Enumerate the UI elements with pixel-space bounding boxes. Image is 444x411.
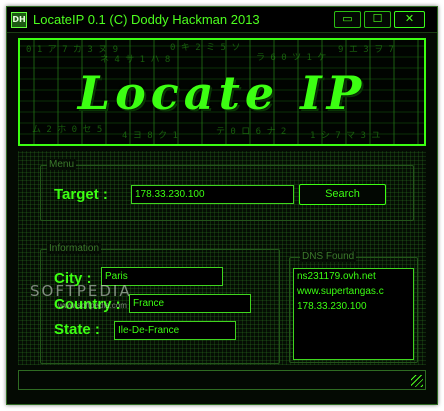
svg-text:0 1 ア 7 カ 3 ヌ 9: 0 1 ア 7 カ 3 ヌ 9 <box>26 44 118 55</box>
app-window: DH LocateIP 0.1 (C) Doddy Hackman 2013 ▭… <box>6 6 438 405</box>
close-button[interactable]: ✕ <box>394 11 425 28</box>
dns-legend: DNS Found <box>300 251 357 262</box>
menu-legend: Menu <box>47 159 77 170</box>
svg-text:9 エ 3 ヲ 7: 9 エ 3 ヲ 7 <box>338 45 394 55</box>
svg-text:テ 0 ロ 6 ナ 2: テ 0 ロ 6 ナ 2 <box>216 126 286 137</box>
svg-text:ム 2 ホ 0 セ 5: ム 2 ホ 0 セ 5 <box>32 124 102 135</box>
svg-text:ラ 6 0 ツ 1 ケ: ラ 6 0 ツ 1 ケ <box>256 52 326 63</box>
state-label: State : <box>54 321 100 338</box>
svg-text:4 ヨ 8 ク 1: 4 ヨ 8 ク 1 <box>122 130 178 141</box>
dns-item[interactable]: 178.33.230.100 <box>294 299 413 314</box>
softpedia-watermark: SOFTPEDIA <box>30 282 132 300</box>
banner-title: Locate IP <box>77 66 367 120</box>
dns-item[interactable]: www.supertangas.c <box>294 284 413 299</box>
window-title: LocateIP 0.1 (C) Doddy Hackman 2013 <box>33 12 260 27</box>
search-button[interactable]: Search <box>299 184 386 205</box>
app-icon: DH <box>11 12 27 28</box>
target-label: Target : <box>54 186 108 203</box>
status-bar <box>18 370 426 390</box>
target-input[interactable]: 178.33.230.100 <box>131 185 294 204</box>
svg-text:0 キ 2 ミ 5 ソ: 0 キ 2 ミ 5 ソ <box>170 43 240 53</box>
svg-text:ネ 4 サ 1 ハ 8: ネ 4 サ 1 ハ 8 <box>100 54 170 65</box>
dns-listbox[interactable]: ns231179.ovh.net www.supertangas.c 178.3… <box>293 268 414 360</box>
minimize-button[interactable]: ▭ <box>334 11 361 28</box>
softpedia-watermark-url: www.softpedia.com <box>58 301 127 310</box>
title-bar[interactable]: DH LocateIP 0.1 (C) Doddy Hackman 2013 ▭… <box>7 7 437 33</box>
state-field[interactable]: Ile-De-France <box>114 321 236 340</box>
information-legend: Information <box>47 243 102 254</box>
country-field[interactable]: France <box>129 294 251 313</box>
resize-grip-icon[interactable] <box>411 375 423 387</box>
maximize-button[interactable]: ☐ <box>364 11 391 28</box>
main-panel: Menu Target : 178.33.230.100 Search Info… <box>18 151 426 365</box>
svg-text:1 シ 7 マ 3 ユ: 1 シ 7 マ 3 ユ <box>310 131 380 141</box>
banner-logo: 0 1 ア 7 カ 3 ヌ 9 ネ 4 サ 1 ハ 8 0 キ 2 ミ 5 ソ … <box>18 38 426 146</box>
dns-item[interactable]: ns231179.ovh.net <box>294 269 413 284</box>
